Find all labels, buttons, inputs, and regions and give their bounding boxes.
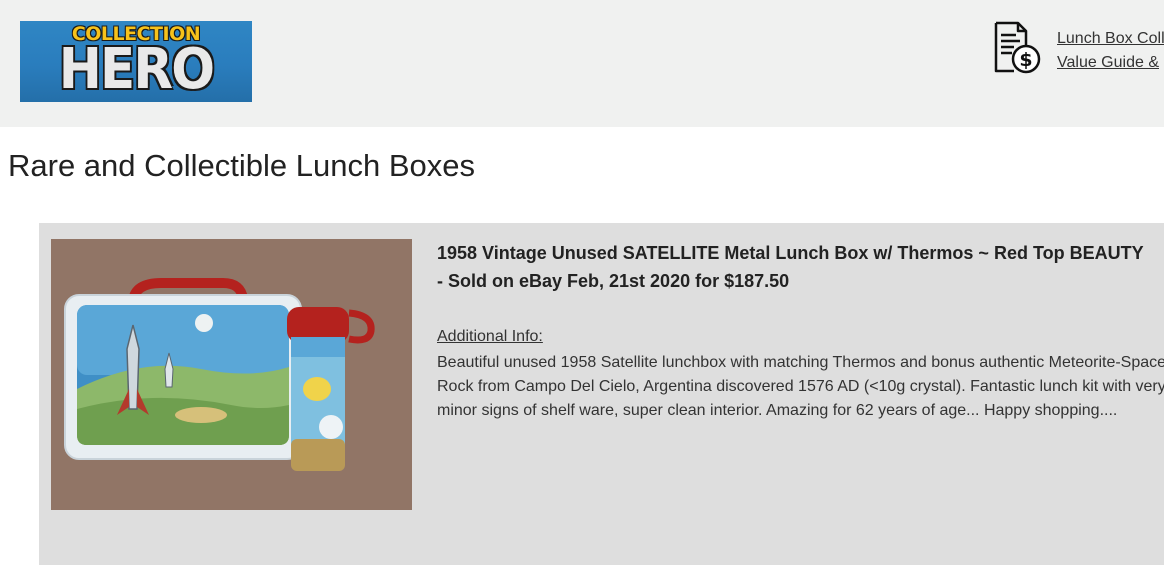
listing-card: 1958 Vintage Unused SATELLITE Metal Lunc… — [39, 223, 1164, 565]
value-guide-link[interactable]: Lunch Box Coll Value Guide & — [1057, 27, 1164, 75]
description-line: Rock from Campo Del Cielo, Argentina dis… — [437, 378, 1164, 395]
lunch-box-photo[interactable] — [51, 239, 412, 510]
listing-title[interactable]: 1958 Vintage Unused SATELLITE Metal Lunc… — [437, 239, 1164, 295]
svg-text:$: $ — [1019, 49, 1032, 71]
listing-title-line2[interactable]: - Sold on eBay Feb, 21st 2020 for $187.5… — [437, 267, 1164, 295]
lunch-box-image — [51, 239, 412, 510]
site-header: COLLECTION HERO $ Lunch Box Coll Value G… — [0, 0, 1164, 127]
price-document-dollar-icon[interactable]: $ — [992, 21, 1042, 75]
listing-description: Beautiful unused 1958 Satellite lunchbox… — [437, 351, 1164, 423]
listing-title-line1[interactable]: 1958 Vintage Unused SATELLITE Metal Lunc… — [437, 239, 1164, 267]
page-title: Rare and Collectible Lunch Boxes — [8, 148, 475, 183]
value-guide-link-line2[interactable]: Value Guide & — [1057, 51, 1164, 75]
value-guide-link-line1[interactable]: Lunch Box Coll — [1057, 27, 1164, 51]
description-line: minor signs of shelf ware, super clean i… — [437, 402, 1118, 419]
description-line: Beautiful unused 1958 Satellite lunchbox… — [437, 354, 1164, 371]
logo-main-text: HERO — [58, 37, 215, 102]
collection-hero-logo[interactable]: COLLECTION HERO — [20, 21, 252, 102]
additional-info-label: Additional Info: — [437, 328, 543, 345]
